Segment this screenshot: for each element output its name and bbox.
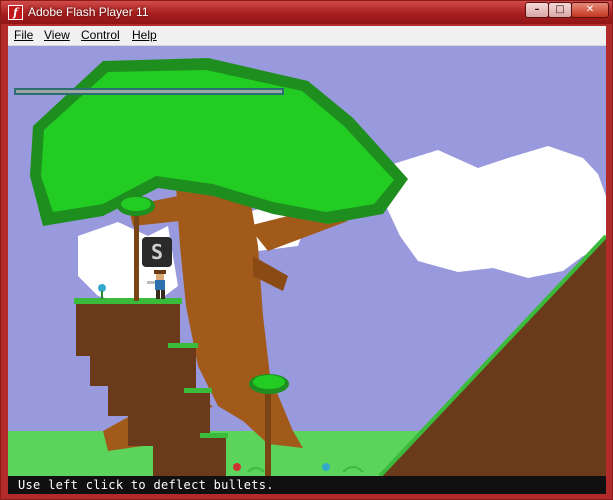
hint-text: Use left click to deflect bullets. bbox=[18, 478, 274, 492]
flash-player-window: f Adobe Flash Player 11 – □ ✕ File View … bbox=[0, 0, 613, 500]
title-bar[interactable]: f Adobe Flash Player 11 – □ ✕ bbox=[1, 1, 612, 24]
menu-file-label: File bbox=[14, 28, 34, 42]
menu-control-label: Control bbox=[81, 28, 120, 42]
cliff-grass-step2 bbox=[184, 388, 212, 393]
small-tree-trunk bbox=[134, 206, 139, 301]
flower-red bbox=[233, 463, 241, 471]
flower-blue-cliff bbox=[98, 284, 106, 292]
flower-blue-ground bbox=[322, 463, 330, 471]
front-tree-trunk bbox=[265, 386, 271, 476]
menu-help[interactable]: Help bbox=[132, 28, 157, 43]
cliff-grass-top bbox=[74, 298, 182, 304]
cliff-grass-step1 bbox=[168, 343, 198, 348]
menu-view-label: View bbox=[44, 28, 70, 42]
game-stage[interactable]: S Use left click to deflect bullets. bbox=[8, 46, 606, 494]
menu-bar: File View Control Help bbox=[8, 26, 606, 46]
flower-stem-cliff bbox=[101, 291, 103, 299]
close-button[interactable]: ✕ bbox=[571, 2, 609, 18]
game-scene bbox=[8, 46, 606, 494]
cliff-grass-step3 bbox=[200, 433, 228, 438]
small-tree-canopy bbox=[121, 197, 151, 211]
health-bar bbox=[14, 88, 284, 95]
menu-help-label: Help bbox=[132, 28, 157, 42]
hint-bar: Use left click to deflect bullets. bbox=[8, 476, 606, 494]
minimize-button[interactable]: – bbox=[525, 2, 549, 18]
flash-icon: f bbox=[8, 5, 23, 20]
window-title: Adobe Flash Player 11 bbox=[28, 5, 149, 19]
menu-control[interactable]: Control bbox=[81, 28, 120, 43]
maximize-button[interactable]: □ bbox=[548, 2, 572, 18]
key-prompt-badge: S bbox=[142, 237, 172, 267]
front-tree-canopy bbox=[253, 375, 285, 389]
menu-view[interactable]: View bbox=[44, 28, 70, 43]
menu-file[interactable]: File bbox=[14, 28, 33, 43]
cloud-right bbox=[386, 146, 606, 278]
